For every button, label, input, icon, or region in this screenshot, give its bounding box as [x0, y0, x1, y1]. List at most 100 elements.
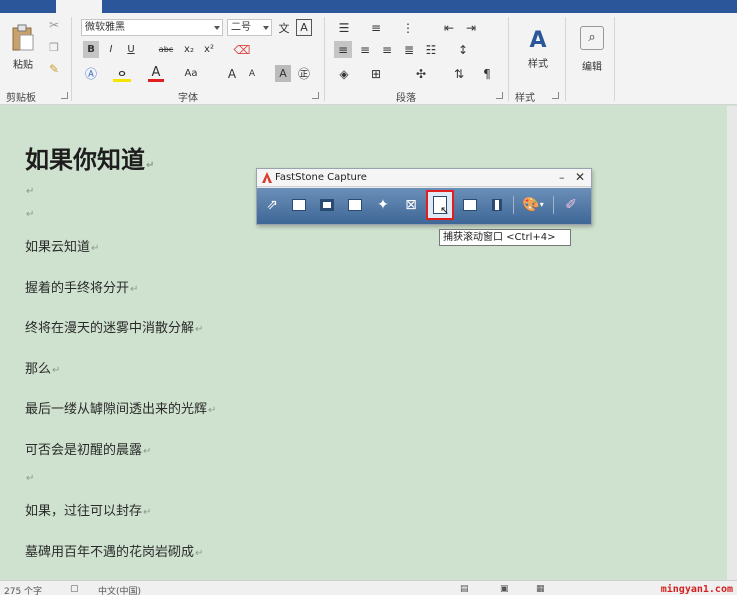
paragraph-mark: ↵ [195, 548, 204, 559]
font-color-button[interactable]: A [148, 65, 164, 82]
doc-line-text: 如果云知道 [25, 240, 91, 255]
doc-line: 最后一缕从罅隙间透出来的光辉↵ [25, 398, 216, 417]
faststone-toolbar: ⇗ ✦ ⊠ ↖ 🎨 ▾ ✐ [257, 188, 591, 224]
capture-rect-region-button[interactable] [345, 195, 365, 215]
minimize-button[interactable]: – [559, 171, 565, 184]
empty-paragraph: ↵ [25, 206, 34, 221]
group-divider [614, 17, 615, 101]
justify-icon[interactable]: ≣ [400, 41, 418, 58]
fixed-region-icon [463, 199, 477, 211]
group-divider [508, 17, 509, 101]
shrink-font-button[interactable]: A [245, 65, 259, 82]
doc-line: 如果云知道↵ [25, 236, 99, 255]
doc-line-text: 握着的手终将分开 [25, 281, 130, 296]
capture-freehand-region-button[interactable]: ✦ [373, 195, 393, 215]
align-right-icon[interactable]: ≡ [378, 41, 396, 58]
align-left-icon[interactable]: ≡ [334, 41, 352, 58]
doc-line: 那么↵ [25, 358, 60, 377]
bold-button[interactable]: B [83, 41, 99, 58]
faststone-capture-window[interactable]: FastStone Capture – ✕ ⇗ ✦ ⊠ ↖ 🎨 ▾ ✐ [256, 168, 592, 225]
change-case-button[interactable]: Aa [180, 65, 202, 82]
borders-icon[interactable]: ⊞ [366, 65, 386, 82]
char-border-icon[interactable]: A [296, 19, 312, 36]
capture-window-object-button[interactable] [317, 195, 337, 215]
copy-icon[interactable]: ❐ [46, 39, 62, 55]
vertical-scrollbar[interactable] [727, 106, 737, 580]
text-highlight-icon[interactable]: ⴰ [113, 65, 131, 82]
tab-home[interactable] [56, 0, 102, 13]
doc-line-text: 如果，过往可以封存 [25, 504, 143, 519]
web-layout-icon[interactable]: ▦ [536, 584, 545, 594]
chevron-down-icon [214, 26, 220, 30]
numbering-icon[interactable]: ≡ [366, 19, 386, 36]
underline-button[interactable]: U [123, 41, 139, 58]
font-launcher[interactable] [312, 92, 319, 99]
chinese-layout-icon[interactable]: ✣ [410, 65, 432, 82]
clipboard-launcher[interactable] [61, 92, 68, 99]
chevron-down-icon: ▾ [539, 200, 544, 209]
open-file-button[interactable]: ⇗ [262, 195, 282, 215]
show-marks-icon[interactable]: ¶ [478, 65, 496, 82]
doc-title: 如果你知道↵ [25, 140, 154, 175]
paragraph-group-label: 段落 [396, 93, 416, 104]
doc-line-text: 终将在漫天的迷雾中消散分解 [25, 321, 195, 336]
print-layout-icon[interactable]: ▣ [500, 584, 509, 594]
strikethrough-button[interactable]: abc [155, 41, 177, 58]
format-painter-icon[interactable]: ✎ [46, 61, 62, 77]
distributed-icon[interactable]: ☷ [422, 41, 440, 58]
paragraph-mark: ↵ [26, 186, 35, 197]
edit-button[interactable]: ⌕ 编辑 [574, 19, 610, 79]
sort-icon[interactable]: ⇅ [450, 65, 468, 82]
phonetic-guide-icon[interactable]: 文 [276, 19, 292, 36]
read-mode-icon[interactable]: ▤ [460, 584, 469, 594]
char-shading-icon[interactable]: A [275, 65, 291, 82]
cut-icon[interactable]: ✂ [46, 17, 62, 33]
capture-fixed-region-button[interactable] [460, 195, 480, 215]
decrease-indent-icon[interactable]: ⇤ [440, 19, 458, 36]
grow-font-button[interactable]: A [225, 65, 239, 82]
screen-recorder-button[interactable] [487, 195, 507, 215]
superscript-button[interactable]: x² [201, 41, 217, 58]
language-indicator[interactable]: 中文(中国) [98, 584, 141, 595]
folder-open-icon: ⇗ [266, 197, 278, 213]
bullets-icon[interactable]: ☰ [334, 19, 354, 36]
italic-button[interactable]: I [103, 41, 119, 58]
word-count[interactable]: 275 个字 [4, 584, 42, 595]
increase-indent-icon[interactable]: ⇥ [462, 19, 480, 36]
paragraph-launcher[interactable] [496, 92, 503, 99]
faststone-title: FastStone Capture [275, 172, 367, 183]
proofing-icon[interactable]: ▢ [70, 584, 79, 594]
capture-scrolling-window-button[interactable]: ↖ [426, 190, 454, 220]
font-group-label: 字体 [178, 93, 198, 104]
paragraph-mark: ↵ [91, 243, 100, 254]
toolbar-divider [553, 196, 554, 214]
enclose-char-icon[interactable]: ㊣ [296, 65, 312, 82]
font-name-combo[interactable]: 微软雅黑 [81, 19, 223, 36]
group-divider [324, 17, 325, 101]
film-icon [492, 199, 502, 211]
paragraph-mark: ↵ [26, 209, 35, 220]
close-button[interactable]: ✕ [575, 170, 585, 184]
styles-icon: A [529, 28, 547, 53]
paste-button[interactable]: 粘贴 [6, 17, 40, 77]
freehand-icon: ✦ [377, 197, 389, 213]
output-settings-button[interactable]: 🎨 ▾ [519, 195, 547, 215]
styles-button[interactable]: A 样式 [518, 19, 558, 79]
subscript-button[interactable]: x₂ [181, 41, 197, 58]
line-spacing-icon[interactable]: ↕ [452, 41, 474, 58]
shading-icon[interactable]: ◈ [334, 65, 354, 82]
faststone-settings-button[interactable]: ✐ [561, 195, 581, 215]
multilevel-list-icon[interactable]: ⋮ [398, 19, 418, 36]
clear-format-icon[interactable]: ⌫ [232, 41, 252, 58]
align-center-icon[interactable]: ≡ [356, 41, 374, 58]
font-size-combo[interactable]: 二号 [227, 19, 272, 36]
status-bar: 275 个字 ▢ 中文(中国) ▤ ▣ ▦ mingyan1.com [0, 580, 737, 595]
search-icon: ⌕ [580, 25, 604, 50]
capture-active-window-button[interactable] [289, 195, 309, 215]
group-divider [565, 17, 566, 101]
clipboard-icon [12, 24, 34, 50]
styles-launcher[interactable] [552, 92, 559, 99]
faststone-titlebar[interactable]: FastStone Capture – ✕ [257, 169, 591, 187]
capture-full-screen-button[interactable]: ⊠ [401, 195, 421, 215]
text-effects-icon[interactable]: Ⓐ [83, 65, 99, 82]
